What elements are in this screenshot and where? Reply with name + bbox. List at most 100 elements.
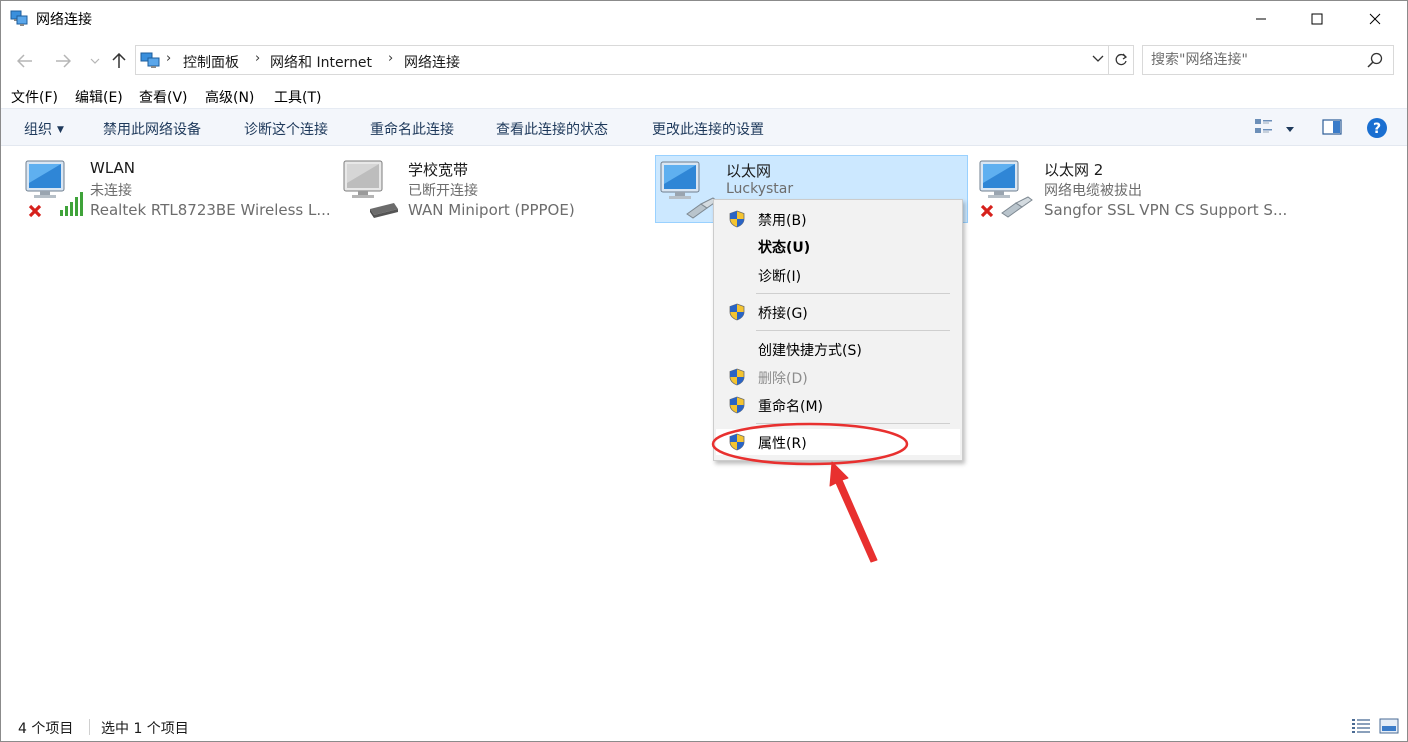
breadcrumb-separator-icon[interactable]: › <box>166 51 171 66</box>
svg-text:?: ? <box>1373 121 1381 137</box>
view-options-icon <box>1255 119 1272 133</box>
chevron-down-icon <box>1092 55 1104 62</box>
uac-shield-icon <box>729 368 745 386</box>
connection-device: Sangfor SSL VPN CS Support S... <box>1044 201 1288 219</box>
large-icons-view-icon[interactable] <box>1379 717 1399 735</box>
uac-shield-icon <box>729 396 745 414</box>
change-view-button[interactable] <box>1254 117 1274 141</box>
breadcrumb-network-internet[interactable]: 网络和 Internet <box>270 52 372 72</box>
connection-device: WAN Miniport (PPPOE) <box>408 201 575 219</box>
context-menu-disable[interactable]: 禁用(B) <box>716 206 960 232</box>
status-bar: 4 个项目 选中 1 个项目 <box>0 712 1408 742</box>
menu-view[interactable]: 查看(V) <box>139 87 188 107</box>
breadcrumb-network-connections[interactable]: 网络连接 <box>404 52 460 72</box>
organize-button[interactable]: 组织 ▼ <box>24 119 64 139</box>
context-menu-status[interactable]: 状态(U) <box>716 233 960 259</box>
back-button[interactable] <box>14 50 36 72</box>
breadcrumb-separator-icon[interactable]: › <box>388 51 393 66</box>
context-menu-properties[interactable]: 属性(R) <box>716 429 960 455</box>
connection-name: WLAN <box>90 159 136 177</box>
organize-label: 组织 <box>24 122 52 138</box>
context-menu-divider <box>756 423 950 424</box>
diagnose-button[interactable]: 诊断这个连接 <box>244 119 328 139</box>
network-connections-icon <box>10 10 28 26</box>
search-input[interactable] <box>1143 46 1363 74</box>
details-view-icon[interactable] <box>1351 717 1371 735</box>
breadcrumb-control-panel[interactable]: 控制面板 <box>183 52 239 72</box>
address-bar[interactable]: › 控制面板 › 网络和 Internet › 网络连接 <box>135 45 1109 75</box>
caret-down-icon <box>1286 127 1294 132</box>
help-button[interactable]: ? <box>1366 117 1388 143</box>
search-box[interactable] <box>1142 45 1394 75</box>
menu-edit[interactable]: 编辑(E) <box>75 87 123 107</box>
wireless-adapter-icon <box>25 160 83 218</box>
view-status-button[interactable]: 查看此连接的状态 <box>496 119 608 139</box>
connection-status: 未连接 <box>90 183 132 199</box>
refresh-button[interactable] <box>1108 45 1134 75</box>
connection-device: Realtek RTL8723BE Wireless L... <box>90 201 331 219</box>
menu-tools[interactable]: 工具(T) <box>274 87 321 107</box>
context-menu-label: 重命名(M) <box>758 399 824 415</box>
uac-shield-icon <box>729 210 745 228</box>
disable-device-button[interactable]: 禁用此网络设备 <box>103 119 201 139</box>
context-menu-rename[interactable]: 重命名(M) <box>716 392 960 418</box>
refresh-icon <box>1115 53 1127 66</box>
context-menu-bridge[interactable]: 桥接(G) <box>716 299 960 325</box>
minimize-button[interactable] <box>1238 0 1284 38</box>
broadband-adapter-icon <box>343 160 398 218</box>
connection-status: 网络电缆被拔出 <box>1044 183 1142 199</box>
change-settings-button[interactable]: 更改此连接的设置 <box>652 119 764 139</box>
preview-pane-button[interactable] <box>1322 119 1342 139</box>
context-menu-divider <box>756 330 950 331</box>
context-menu-label: 桥接(G) <box>758 306 808 322</box>
ethernet-adapter-disconnected-icon <box>979 160 1033 218</box>
breadcrumb-separator-icon[interactable]: › <box>255 51 260 66</box>
context-menu-label: 状态(U) <box>758 240 811 256</box>
status-divider <box>89 719 90 735</box>
context-menu-label: 删除(D) <box>758 371 808 387</box>
menu-advanced[interactable]: 高级(N) <box>205 87 254 107</box>
minimize-icon <box>1256 18 1266 20</box>
command-bar: 组织 ▼ 禁用此网络设备 诊断这个连接 重命名此连接 查看此连接的状态 更改此连接… <box>0 108 1408 146</box>
chevron-down-icon <box>90 58 100 64</box>
connection-tile-broadband[interactable]: 学校宽带 已断开连接 WAN Miniport (PPPOE) <box>338 155 651 223</box>
help-icon: ? <box>1367 118 1387 138</box>
context-menu-divider <box>756 293 950 294</box>
ethernet-adapter-icon <box>660 161 718 219</box>
window-title: 网络连接 <box>36 12 92 28</box>
context-menu-label: 创建快捷方式(S) <box>758 343 862 359</box>
context-menu-diagnose[interactable]: 诊断(I) <box>716 262 960 288</box>
connection-name: 以太网 <box>726 162 772 180</box>
address-row: › 控制面板 › 网络和 Internet › 网络连接 <box>0 40 1408 80</box>
uac-shield-icon <box>729 433 745 451</box>
recent-locations-button[interactable] <box>84 50 106 72</box>
menu-file[interactable]: 文件(F) <box>11 87 58 107</box>
network-folder-icon <box>140 52 160 68</box>
context-menu-label: 诊断(I) <box>758 269 802 285</box>
close-button[interactable] <box>1352 0 1398 38</box>
maximize-button[interactable] <box>1294 0 1340 38</box>
address-dropdown-button[interactable] <box>1092 52 1104 66</box>
arrow-up-icon <box>112 53 126 68</box>
connection-name: 以太网 2 <box>1044 161 1104 179</box>
connections-view[interactable]: WLAN 未连接 Realtek RTL8723BE Wireless L...… <box>0 147 1408 712</box>
connection-status: Luckystar <box>726 181 794 197</box>
context-menu: 禁用(B) 状态(U) 诊断(I) 桥接(G) 创建快捷方式(S) 删除(D) … <box>713 199 963 461</box>
context-menu-create-shortcut[interactable]: 创建快捷方式(S) <box>716 336 960 362</box>
connection-status: 已断开连接 <box>408 183 478 199</box>
search-icon[interactable] <box>1367 52 1383 68</box>
preview-pane-icon <box>1322 119 1342 135</box>
forward-button[interactable] <box>52 50 74 72</box>
context-menu-label: 禁用(B) <box>758 213 807 229</box>
connection-tile-wlan[interactable]: WLAN 未连接 Realtek RTL8723BE Wireless L... <box>20 155 333 223</box>
caret-down-icon: ▼ <box>57 125 64 135</box>
menu-bar: 文件(F) 编辑(E) 查看(V) 高级(N) 工具(T) <box>0 84 1408 108</box>
view-dropdown-button[interactable] <box>1285 121 1295 137</box>
arrow-right-icon <box>56 54 71 68</box>
up-button[interactable] <box>108 50 130 72</box>
context-menu-delete[interactable]: 删除(D) <box>716 364 960 390</box>
arrow-left-icon <box>17 54 32 68</box>
rename-button[interactable]: 重命名此连接 <box>370 119 454 139</box>
connection-tile-ethernet-2[interactable]: 以太网 2 网络电缆被拔出 Sangfor SSL VPN CS Support… <box>974 155 1287 223</box>
selection-count: 选中 1 个项目 <box>101 721 189 737</box>
